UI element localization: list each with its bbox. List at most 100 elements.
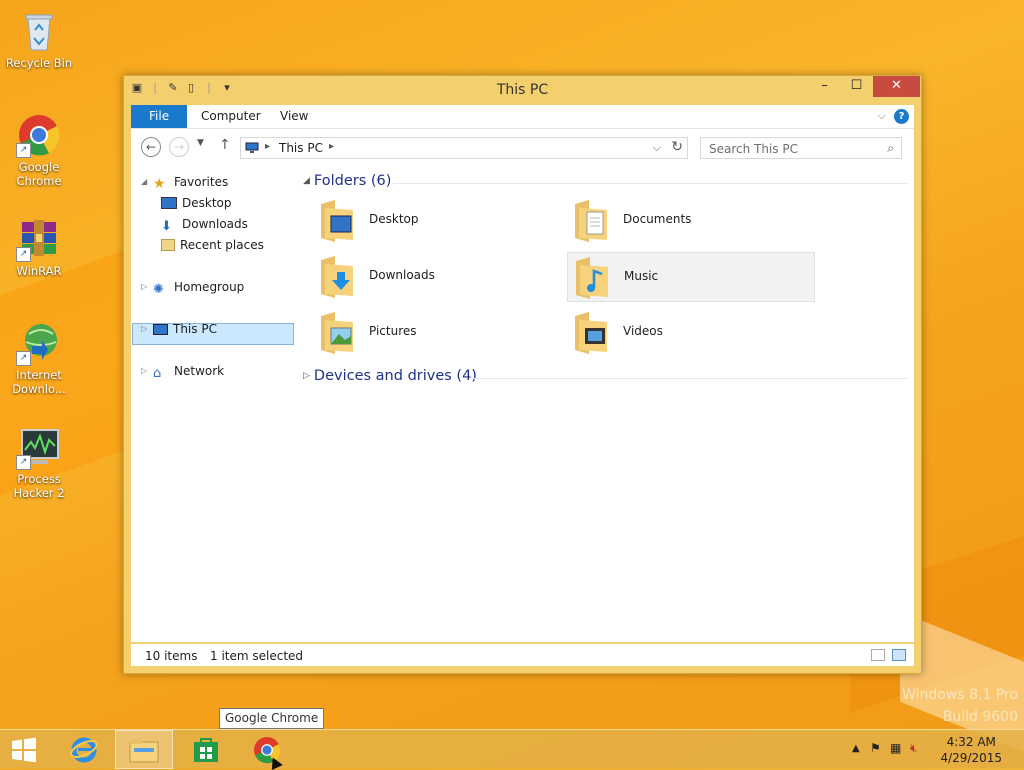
group-header-devices[interactable]: ▷ Devices and drives (4) [303, 368, 477, 384]
show-hidden-icons-icon[interactable]: ▲ [852, 743, 860, 754]
collapsed-arrow-icon[interactable]: ▷ [141, 319, 147, 339]
nav-desktop[interactable]: Desktop [161, 193, 232, 213]
action-center-flag-icon[interactable]: ⚑ [870, 741, 881, 755]
desktop-icon-recycle-bin[interactable]: Recycle Bin [2, 8, 76, 70]
tab-computer[interactable]: Computer [187, 105, 275, 128]
tab-view[interactable]: View [266, 105, 322, 128]
folder-music[interactable]: Music [567, 252, 815, 302]
chevron-down-icon[interactable]: ⌵ [653, 141, 661, 155]
folder-documents[interactable]: Documents [567, 196, 815, 246]
shortcut-arrow-icon: ↗ [16, 351, 31, 366]
chrome-icon: ↗ [16, 112, 62, 158]
folder-videos[interactable]: Videos [567, 308, 815, 358]
homegroup-icon: ✺ [153, 282, 164, 297]
recent-locations-icon[interactable]: ▼ [197, 138, 204, 148]
tab-file[interactable]: File [131, 105, 188, 128]
desktop-icon-label: Process Hacker 2 [13, 472, 65, 500]
recycle-bin-icon [16, 8, 62, 54]
taskbar: ▲ ⚑ ▦ 🔇︎ 4:32 AM 4/29/2015 [0, 729, 1024, 769]
collapsed-arrow-icon[interactable]: ▷ [141, 361, 147, 381]
taskbar-tooltip: Google Chrome [219, 708, 325, 729]
selection-count: 1 item selected [210, 649, 304, 663]
minimize-button[interactable]: – [808, 76, 841, 97]
folder-name: Documents [623, 212, 692, 226]
help-icon[interactable]: ? [894, 109, 909, 124]
group-divider [393, 183, 908, 184]
item-count: 10 items [145, 649, 198, 663]
file-explorer-icon [129, 739, 159, 763]
group-header-folders[interactable]: ◢ Folders (6) [303, 173, 391, 189]
winrar-icon: ↗ [16, 216, 62, 262]
nav-network[interactable]: ▷ ⌂ Network [141, 361, 224, 381]
back-button[interactable]: ← [141, 137, 161, 157]
network-status-icon[interactable]: ▦ [890, 741, 901, 755]
this-pc-icon [245, 142, 259, 153]
large-icons-view-icon[interactable] [892, 649, 906, 661]
refresh-icon[interactable]: ↻ [671, 139, 683, 155]
nav-homegroup[interactable]: ▷ ✺ Homegroup [141, 277, 245, 297]
search-icon[interactable]: ⌕ [887, 141, 894, 156]
nav-favorites[interactable]: ◢ ★ Favorites [141, 172, 228, 192]
shortcut-arrow-icon: ↗ [16, 247, 31, 262]
taskbar-store[interactable] [177, 730, 235, 769]
details-view-icon[interactable] [871, 649, 885, 661]
start-button[interactable] [0, 730, 48, 769]
maximize-button[interactable]: ☐ [840, 76, 873, 97]
up-button[interactable]: ↑ [219, 137, 231, 153]
desktop-icon-winrar[interactable]: ↗ WinRAR [2, 216, 76, 278]
title-bar[interactable]: ▣ | ✎ ▯ | ▾ This PC – ☐ ✕ [124, 76, 921, 103]
collapsed-arrow-icon[interactable]: ▷ [141, 277, 147, 297]
watermark-edition: Windows 8.1 Pro [902, 687, 1018, 703]
volume-muted-icon[interactable]: 🔇︎ [910, 741, 918, 756]
nav-recent-places[interactable]: Recent places [161, 235, 264, 255]
close-button[interactable]: ✕ [873, 76, 920, 97]
clock-date: 4/29/2015 [940, 751, 1002, 765]
desktop-icon-internet-download-manager[interactable]: ↗ Internet Downlo... [2, 320, 76, 396]
collapsed-arrow-icon[interactable]: ▷ [303, 371, 310, 381]
nav-label: Recent places [180, 238, 264, 252]
ribbon: File Computer View ⌵ ? [131, 105, 914, 129]
clock[interactable]: 4:32 AM 4/29/2015 [940, 734, 1002, 766]
search-input[interactable] [707, 141, 881, 157]
search-box[interactable]: ⌕ [700, 137, 902, 159]
windows-logo-icon [12, 737, 36, 763]
folder-desktop[interactable]: Desktop [313, 196, 561, 246]
file-list: ◢ Folders (6) Desktop Documents Downloads… [303, 167, 911, 642]
chevron-right-icon[interactable]: ▸ [265, 141, 270, 152]
downloads-icon: ⬇ [161, 219, 172, 234]
breadcrumb-this-pc[interactable]: This PC [279, 141, 323, 155]
clock-time: 4:32 AM [946, 735, 996, 749]
taskbar-google-chrome[interactable] [238, 730, 296, 769]
desktop-icon-process-hacker[interactable]: ↗ Process Hacker 2 [2, 424, 76, 500]
this-pc-icon [153, 324, 168, 335]
group-title: Devices and drives (4) [313, 368, 477, 384]
network-icon: ⌂ [153, 366, 162, 381]
folder-documents-icon [575, 200, 607, 242]
expanded-arrow-icon[interactable]: ◢ [303, 176, 310, 186]
process-hacker-icon: ↗ [16, 424, 62, 470]
desktop-icon-google-chrome[interactable]: ↗ Google Chrome [2, 112, 76, 188]
nav-label: Homegroup [174, 280, 245, 294]
status-bar: 10 items 1 item selected [131, 644, 914, 666]
folder-name: Downloads [369, 268, 435, 282]
folder-name: Pictures [369, 324, 417, 338]
group-title: Folders (6) [313, 173, 392, 189]
taskbar-file-explorer[interactable] [115, 730, 173, 769]
folder-downloads[interactable]: Downloads [313, 252, 561, 302]
explorer-window[interactable]: ▣ | ✎ ▯ | ▾ This PC – ☐ ✕ File Computer … [123, 75, 922, 674]
watermark-build: Build 9600 [942, 709, 1018, 725]
chevron-right-icon[interactable]: ▸ [329, 141, 334, 152]
nav-downloads[interactable]: ⬇ Downloads [161, 214, 248, 234]
desktop-icon [161, 197, 177, 209]
expand-ribbon-icon[interactable]: ⌵ [878, 109, 886, 123]
taskbar-internet-explorer[interactable] [55, 730, 113, 769]
nav-label: Desktop [182, 196, 232, 210]
windows-watermark: Windows 8.1 Pro Build 9600 [902, 684, 1018, 728]
forward-button[interactable]: → [169, 137, 189, 157]
folder-pictures[interactable]: Pictures [313, 308, 561, 358]
address-bar[interactable]: ▸ This PC ▸ ⌵ ↻ [240, 137, 688, 159]
navigation-pane: ◢ ★ Favorites Desktop ⬇ Downloads Recent p… [131, 167, 298, 642]
expanded-arrow-icon[interactable]: ◢ [141, 172, 147, 192]
desktop-icon-label: Internet Downlo... [12, 368, 66, 396]
nav-this-pc[interactable]: ▷ This PC [141, 319, 217, 339]
